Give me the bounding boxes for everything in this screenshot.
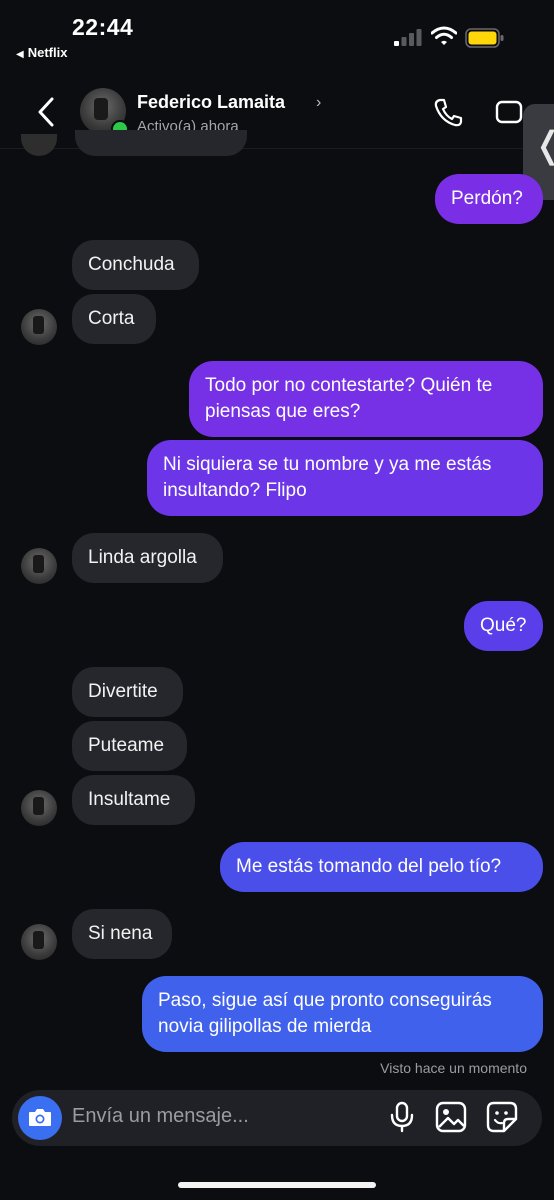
- message-text: Puteame: [88, 735, 165, 756]
- back-app-triangle-icon: ◀: [16, 49, 24, 60]
- message-bubble-outgoing[interactable]: Perdón?: [435, 174, 543, 224]
- avatar[interactable]: [21, 309, 57, 345]
- avatar[interactable]: [21, 924, 57, 960]
- message-text: Conchuda: [88, 254, 175, 275]
- message-text: Perdón?: [451, 188, 523, 209]
- home-indicator[interactable]: [178, 1182, 376, 1188]
- message-bubble-outgoing[interactable]: Qué?: [464, 601, 543, 651]
- battery-icon: [465, 28, 504, 48]
- message-text: Corta: [88, 308, 135, 329]
- message-bubble-incoming[interactable]: Corta: [72, 294, 156, 344]
- message-text: Divertite: [88, 681, 158, 702]
- chevron-right-icon[interactable]: ›: [316, 94, 321, 112]
- message-text: Insultame: [88, 789, 171, 810]
- seen-receipt: Visto hace un momento: [380, 1060, 527, 1076]
- avatar: [21, 134, 57, 156]
- video-camera-icon[interactable]: [495, 96, 525, 128]
- avatar[interactable]: [21, 790, 57, 826]
- message-bubble-incoming[interactable]: Conchuda: [72, 240, 199, 290]
- message-bubble-outgoing[interactable]: Todo por no contestarte? Quién te piensa…: [189, 361, 543, 437]
- message-bubble-partial: [75, 130, 247, 156]
- status-time: 22:44: [72, 14, 134, 40]
- message-bubble-incoming[interactable]: Divertite: [72, 667, 183, 717]
- message-text: Todo por no contestarte? Quién te piensa…: [205, 375, 493, 422]
- camera-button[interactable]: [18, 1096, 62, 1140]
- message-text: Qué?: [480, 615, 527, 636]
- message-text: Me estás tomando del pelo tío?: [236, 856, 502, 877]
- message-text: Si nena: [88, 923, 153, 944]
- message-input[interactable]: Envía un mensaje...: [72, 1105, 249, 1128]
- message-bubble-outgoing[interactable]: Me estás tomando del pelo tío?: [220, 842, 543, 892]
- message-text: Linda argolla: [88, 547, 197, 568]
- microphone-icon[interactable]: [388, 1101, 416, 1133]
- camera-icon: [29, 1109, 51, 1126]
- contact-name[interactable]: Federico Lamaita: [137, 92, 285, 113]
- wifi-icon: [431, 26, 457, 45]
- back-app-label: Netflix: [27, 45, 68, 60]
- back-button[interactable]: [34, 96, 58, 128]
- message-bubble-outgoing[interactable]: Paso, sigue así que pronto conseguirás n…: [142, 976, 543, 1052]
- phone-icon[interactable]: [433, 96, 463, 128]
- cellular-signal-icon: [394, 29, 422, 46]
- back-to-app-link[interactable]: ◀ Netflix: [16, 45, 67, 60]
- message-bubble-incoming[interactable]: Puteame: [72, 721, 187, 771]
- sticker-icon[interactable]: [486, 1101, 518, 1133]
- message-bubble-incoming[interactable]: Linda argolla: [72, 533, 223, 583]
- message-bubble-outgoing[interactable]: Ni siquiera se tu nombre y ya me estás i…: [147, 440, 543, 516]
- avatar[interactable]: [21, 548, 57, 584]
- message-text: Ni siquiera se tu nombre y ya me estás i…: [163, 454, 492, 501]
- image-icon[interactable]: [435, 1101, 467, 1133]
- message-bubble-incoming[interactable]: Si nena: [72, 909, 172, 959]
- chevron-left-icon: ❬: [533, 124, 554, 166]
- message-text: Paso, sigue así que pronto conseguirás n…: [158, 990, 492, 1037]
- message-bubble-incoming[interactable]: Insultame: [72, 775, 195, 825]
